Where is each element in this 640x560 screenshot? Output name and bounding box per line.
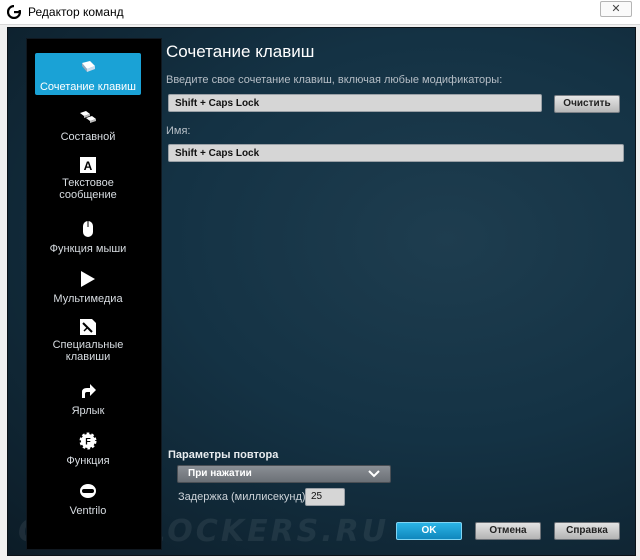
sidebar-item-label: Специальные клавиши	[52, 339, 124, 363]
logitech-logo-icon	[6, 4, 22, 20]
delay-label: Задержка (миллисекунд):	[178, 491, 309, 503]
sidebar-item-special-keys[interactable]: Специальные клавиши	[35, 319, 141, 363]
cancel-button[interactable]: Отмена	[475, 522, 541, 540]
svg-text:A: A	[84, 159, 93, 173]
editor-window: OVERCLOCKERS.RU Сочетание клавиш Составн…	[7, 27, 636, 556]
text-block-icon: A	[78, 157, 98, 173]
page-title: Сочетание клавиш	[166, 42, 315, 61]
keystroke-label: Введите свое сочетание клавиш, включая л…	[166, 74, 503, 86]
clear-button[interactable]: Очистить	[554, 95, 620, 113]
chevron-down-icon	[368, 470, 380, 478]
play-icon	[78, 269, 98, 289]
close-button[interactable]: ✕	[600, 1, 632, 17]
command-type-sidebar: Сочетание клавиш Составной A Текстовое с…	[26, 38, 162, 550]
sidebar-item-label: Сочетание клавиш	[39, 81, 136, 93]
repeat-options-title: Параметры повтора	[168, 449, 279, 461]
headset-icon	[78, 481, 98, 501]
svg-text:F: F	[85, 437, 91, 447]
ok-button[interactable]: OK	[396, 522, 462, 540]
mouse-icon	[78, 219, 98, 239]
window-title: Редактор команд	[28, 5, 124, 19]
sidebar-item-multimedia[interactable]: Мультимедиа	[35, 269, 141, 311]
sidebar-item-label: Составной	[60, 131, 116, 143]
sidebar-item-label: Ярлык	[71, 405, 105, 417]
sidebar-item-multikey[interactable]: Составной	[35, 107, 141, 149]
sidebar-item-label: Ventrilo	[69, 505, 107, 517]
key-combo-icon	[78, 57, 98, 77]
special-keys-icon	[78, 319, 98, 335]
sidebar-item-keystroke[interactable]: Сочетание клавиш	[35, 53, 141, 95]
sidebar-item-label: Текстовое сообщение	[59, 177, 117, 201]
help-button[interactable]: Справка	[554, 522, 620, 540]
shortcut-arrow-icon	[78, 381, 98, 401]
sidebar-item-mouse-function[interactable]: Функция мыши	[35, 219, 141, 261]
name-label: Имя:	[166, 125, 191, 137]
name-input[interactable]: Shift + Caps Lock	[168, 144, 624, 162]
sidebar-item-label: Функция	[66, 455, 110, 467]
keystroke-input[interactable]: Shift + Caps Lock	[168, 94, 542, 112]
sidebar-item-label: Мультимедиа	[53, 293, 123, 305]
sidebar-item-function[interactable]: F Функция	[35, 431, 141, 473]
multikey-icon	[78, 107, 98, 127]
delay-input[interactable]: 25	[305, 488, 345, 506]
repeat-mode-dropdown[interactable]: При нажатии	[177, 465, 391, 483]
close-icon: ✕	[611, 2, 621, 15]
sidebar-item-ventrilo[interactable]: Ventrilo	[35, 481, 141, 523]
function-gear-icon: F	[78, 431, 98, 451]
window-titlebar: Редактор команд ✕	[0, 0, 640, 25]
sidebar-item-label: Функция мыши	[49, 243, 127, 255]
sidebar-item-text-block[interactable]: A Текстовое сообщение	[35, 157, 141, 201]
sidebar-item-shortcut[interactable]: Ярлык	[35, 381, 141, 423]
repeat-mode-value: При нажатии	[188, 468, 252, 479]
